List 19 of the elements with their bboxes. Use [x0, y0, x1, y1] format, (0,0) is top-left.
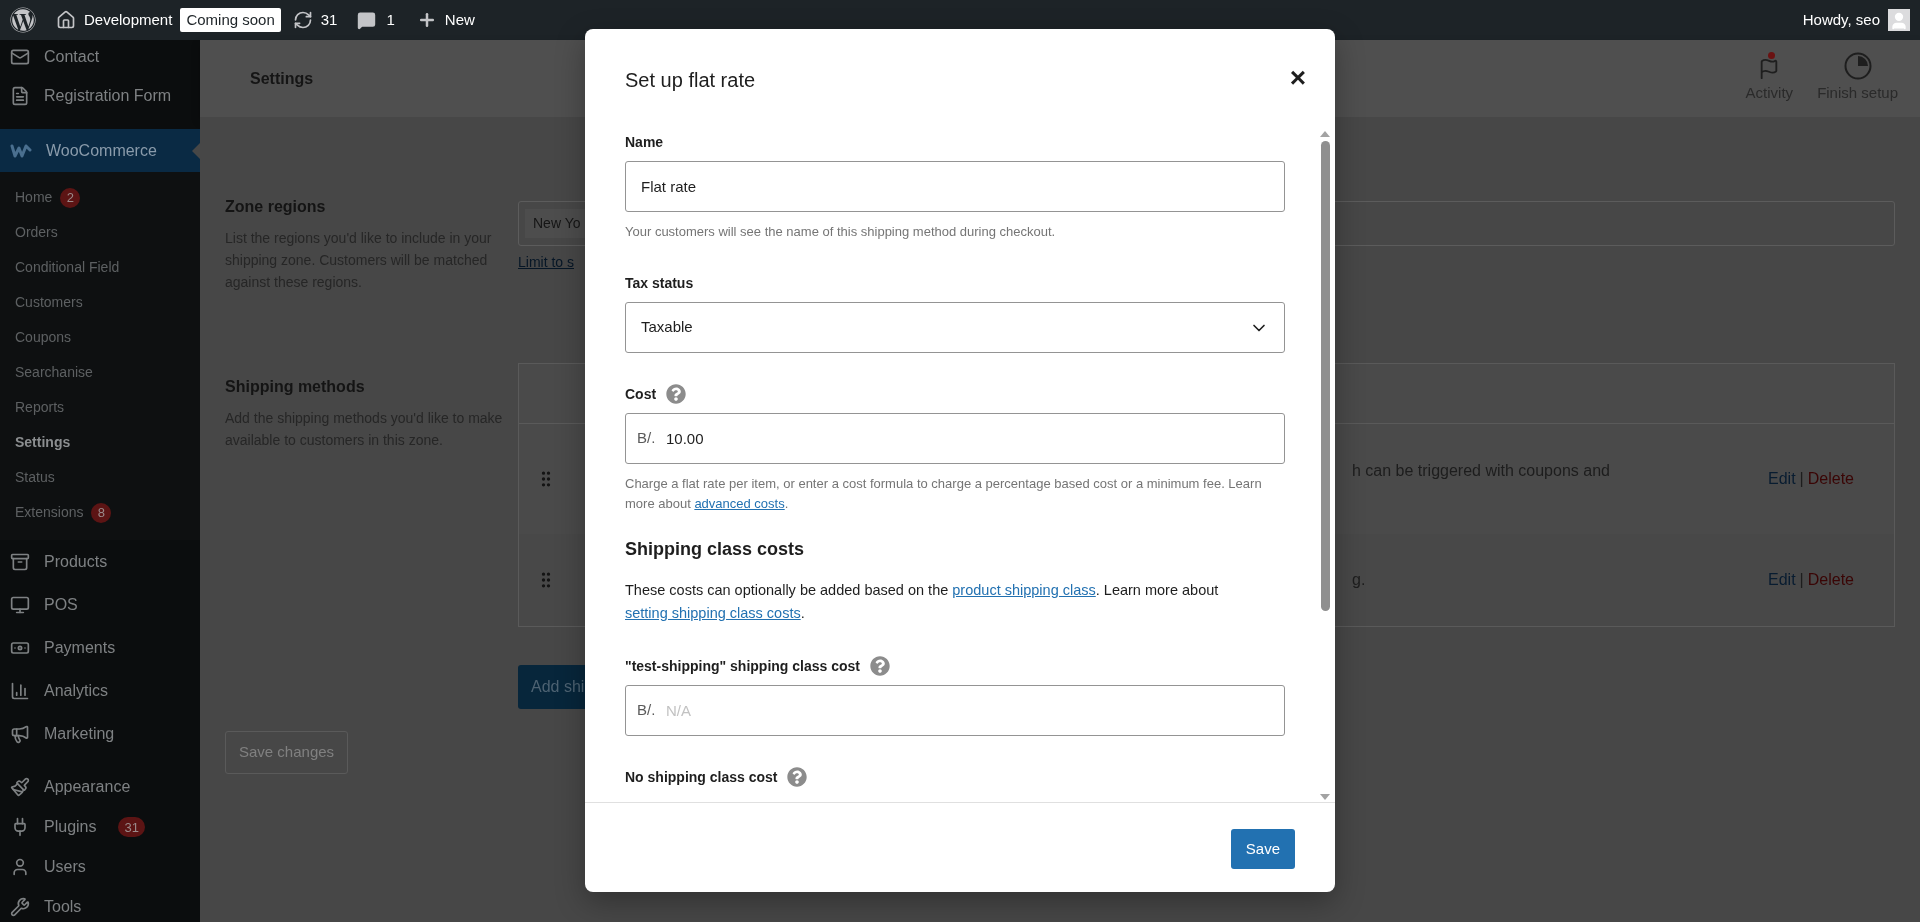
count-badge: 2 — [60, 187, 81, 208]
dialog-title: Set up flat rate — [625, 68, 756, 93]
field-label: No shipping class cost — [625, 767, 778, 787]
link-separator: | — [1799, 469, 1804, 489]
count-badge: 31 — [118, 817, 145, 837]
currency-prefix: B/. — [637, 701, 656, 719]
field-label: "test-shipping" shipping class cost — [625, 656, 860, 676]
page-title: Settings — [250, 68, 314, 89]
help-text: Your customers will see the name of this shipping method during checkout. — [625, 223, 1057, 241]
field-label: Name — [625, 132, 664, 152]
field-label: Tax status — [625, 273, 694, 293]
count-badge: 8 — [91, 502, 112, 523]
field-label: Cost — [625, 384, 657, 404]
link-separator: | — [1799, 570, 1804, 590]
section-heading: Shipping class costs — [625, 538, 806, 561]
status-badge: Coming soon — [180, 7, 281, 33]
section-paragraph: These costs can optionally be added based on the product shipping class. Learn more about setting shipping class costs. — [625, 581, 1220, 623]
currency-prefix: B/. — [637, 429, 656, 447]
help-text: Charge a flat rate per item, or enter a cost formula to charge a percentage based cost or a minimum fee. Learn more about advanced costs. — [625, 475, 1263, 513]
